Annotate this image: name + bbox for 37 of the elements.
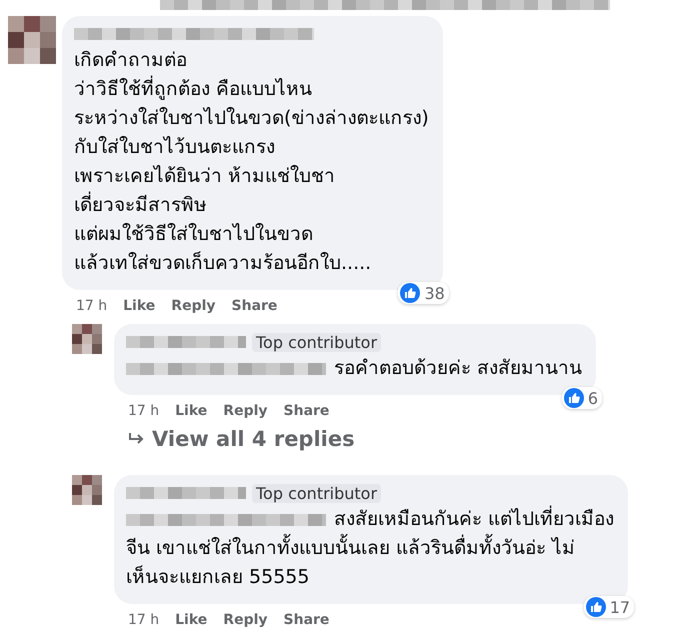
action-link[interactable]: Reply bbox=[223, 612, 268, 628]
avatar bbox=[72, 324, 102, 354]
action-link[interactable]: Share bbox=[232, 298, 278, 314]
view-replies-link[interactable]: View all 4 replies bbox=[152, 427, 355, 451]
comment-text: ว่าวิธีใช้ที่ถูกต้อง คือแบบไหน bbox=[74, 75, 429, 104]
action-link[interactable]: Like bbox=[175, 403, 208, 419]
action-link[interactable]: Reply bbox=[171, 298, 216, 314]
action-link[interactable]: Like bbox=[123, 298, 156, 314]
avatar bbox=[8, 16, 56, 64]
reply-arrow-icon bbox=[128, 432, 144, 446]
action-link[interactable]: Like bbox=[175, 612, 208, 628]
contributor-badge: Top contributor bbox=[252, 332, 382, 352]
comment-text: แล้วเทใส่ขวดเก็บความร้อนอีกใบ..... bbox=[74, 250, 372, 276]
comment-text: แต่ผมใช้วิธีใส่ใบชาไปในขวด bbox=[74, 222, 314, 247]
avatar bbox=[72, 475, 102, 505]
comment-text: เกิดคำถามต่อ bbox=[74, 48, 188, 73]
comment-text: เพราะเคยได้ยินว่า ห้ามแช่ใบชา bbox=[74, 164, 336, 189]
comment-text: รอคำตอบด้วยค่ะ สงสัยมานาน bbox=[334, 356, 582, 381]
comment-text: เดี่ยวจะมีสารพิษ bbox=[74, 191, 429, 220]
contributor-badge: Top contributor bbox=[252, 484, 382, 502]
like-icon bbox=[586, 597, 606, 617]
reaction-count[interactable]: 17 bbox=[584, 596, 634, 618]
comment-text: กับใส่ใบชาไว้บนตะแกรง bbox=[74, 135, 276, 160]
timestamp: 17 h bbox=[128, 612, 160, 628]
reaction-count[interactable]: 6 bbox=[562, 387, 602, 409]
timestamp: 17 h bbox=[76, 298, 108, 314]
timestamp: 17 h bbox=[128, 403, 160, 419]
comment-text: สงสัยเหมือนกันค่ะ แต่ไปเที่ยวเมือง bbox=[334, 505, 614, 534]
comment-text: จีน เขาแช่ใส่ในกาทั้งแบบนั้นเลย แล้วรินดื่มทั้งวันอ่ะ ไม่ bbox=[126, 534, 614, 563]
action-link[interactable]: Share bbox=[284, 612, 330, 628]
like-icon bbox=[400, 283, 420, 303]
reaction-count[interactable]: 38 bbox=[398, 282, 449, 304]
like-icon bbox=[564, 388, 584, 408]
action-link[interactable]: Reply bbox=[223, 403, 268, 419]
comment-text: เห็นจะแยกเลย 55555 bbox=[126, 564, 310, 590]
comment-text: ระหว่างใส่ใบชาไปในขวด(ข่างล่างตะแกรง) bbox=[74, 106, 429, 131]
action-link[interactable]: Share bbox=[284, 403, 330, 419]
